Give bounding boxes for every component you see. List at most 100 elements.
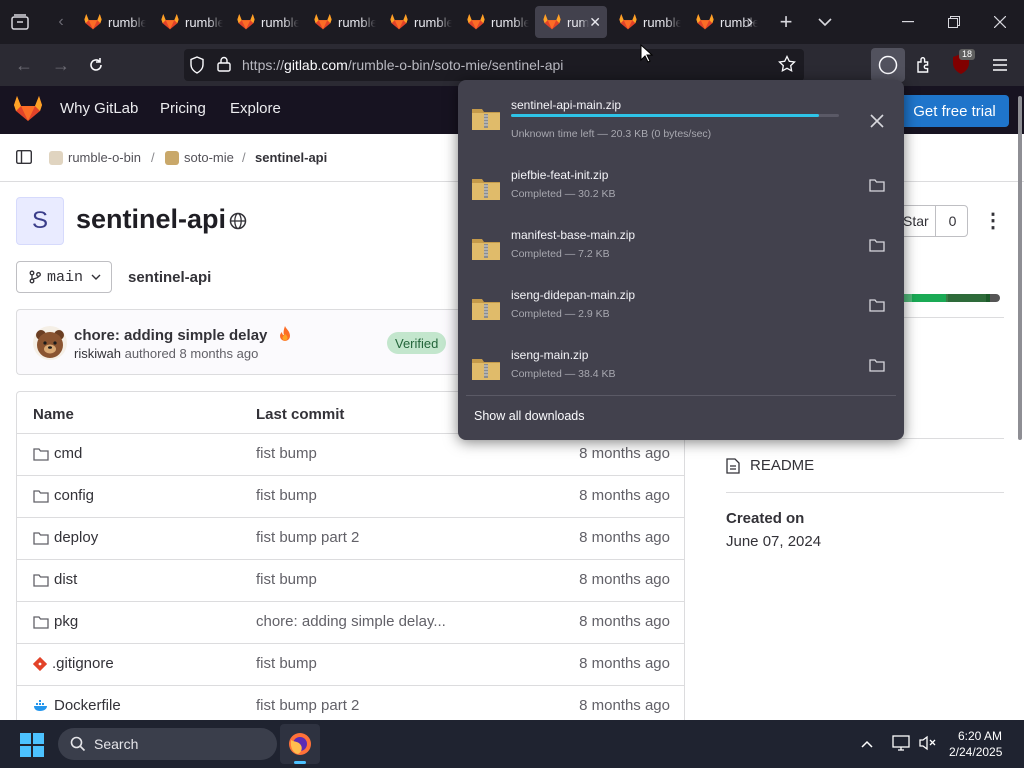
ublock-extension-button[interactable]: 18: [951, 49, 976, 77]
show-in-folder-icon[interactable]: [868, 176, 886, 194]
show-hidden-icons-icon[interactable]: [861, 735, 873, 751]
lock-icon[interactable]: [217, 56, 231, 77]
taskbar-clock-time[interactable]: 6:20 AM: [958, 729, 1002, 743]
tab-scroll-right-icon[interactable]: ›: [738, 10, 762, 34]
download-status: Unknown time left — 20.3 KB (0 bytes/sec…: [511, 128, 712, 140]
file-last-commit-link[interactable]: chore: adding simple delay...: [256, 613, 446, 630]
file-name-link[interactable]: .gitignore: [33, 655, 114, 672]
taskbar-search[interactable]: Search: [58, 728, 277, 760]
language-segment[interactable]: [948, 294, 986, 302]
file-last-commit-link[interactable]: fist bump: [256, 655, 317, 672]
file-name-link[interactable]: Dockerfile: [33, 697, 121, 714]
folder-icon: [33, 573, 49, 587]
table-row[interactable]: .gitignore fist bump 8 months ago: [17, 643, 684, 685]
repo-path-name[interactable]: sentinel-api: [128, 269, 211, 286]
cancel-download-icon[interactable]: [868, 112, 886, 130]
breadcrumb-project[interactable]: sentinel-api: [255, 150, 327, 165]
file-name-link[interactable]: pkg: [33, 613, 78, 630]
download-file-name: piefbie-feat-init.zip: [511, 168, 609, 182]
url-text[interactable]: https://gitlab.com/rumble-o-bin/soto-mie…: [242, 57, 563, 73]
gitlab-favicon-icon: [543, 14, 561, 30]
close-window-icon[interactable]: [988, 10, 1012, 34]
tab[interactable]: rumble-o-bin: [611, 6, 681, 38]
breadcrumb-group[interactable]: rumble-o-bin: [49, 150, 141, 165]
verified-badge[interactable]: Verified: [387, 332, 447, 354]
file-name-link[interactable]: config: [33, 487, 94, 504]
show-in-folder-icon[interactable]: [868, 356, 886, 374]
tab[interactable]: rumble-o-bin: [306, 6, 376, 38]
tab-active[interactable]: rumble-o-bin✕: [535, 6, 607, 38]
file-last-commit-link[interactable]: fist bump: [256, 571, 317, 588]
tab-close-icon[interactable]: ✕: [589, 14, 601, 31]
show-all-downloads-button[interactable]: Show all downloads: [474, 409, 585, 423]
file-name-link[interactable]: deploy: [33, 529, 98, 546]
tab[interactable]: rumble-o-bin: [153, 6, 223, 38]
show-in-folder-icon[interactable]: [868, 296, 886, 314]
taskbar-firefox-button[interactable]: [280, 724, 320, 764]
table-row[interactable]: deploy fist bump part 2 8 months ago: [17, 517, 684, 559]
file-name-link[interactable]: dist: [33, 571, 77, 588]
name-column-header: Name: [33, 406, 74, 423]
file-last-commit-link[interactable]: fist bump: [256, 487, 317, 504]
taskbar-clock-date[interactable]: 2/24/2025: [949, 745, 1002, 759]
author-avatar[interactable]: [33, 326, 67, 360]
language-segment[interactable]: [904, 294, 912, 302]
readme-link[interactable]: README: [726, 457, 814, 474]
nav-explore[interactable]: Explore: [230, 100, 281, 117]
downloads-button[interactable]: [871, 48, 905, 82]
file-last-commit-link[interactable]: fist bump part 2: [256, 697, 359, 714]
file-name-link[interactable]: cmd: [33, 445, 82, 462]
page-scrollbar[interactable]: [1018, 96, 1022, 440]
commit-author[interactable]: riskiwah: [74, 346, 121, 361]
app-menu-icon[interactable]: [988, 53, 1012, 77]
windows-start-icon[interactable]: [20, 733, 44, 757]
flame-icon: [279, 326, 290, 341]
download-item[interactable]: piefbie-feat-init.zip Completed — 30.2 KB: [458, 168, 904, 228]
tab[interactable]: rumble-o-bin: [229, 6, 299, 38]
table-row[interactable]: pkg chore: adding simple delay... 8 months…: [17, 601, 684, 643]
list-all-tabs-icon[interactable]: [813, 10, 837, 34]
download-item[interactable]: iseng-didepan-main.zip Completed — 2.9 KB: [458, 288, 904, 348]
tracking-protection-icon[interactable]: [189, 56, 205, 79]
star-count[interactable]: 0: [935, 206, 969, 236]
sidebar-toggle-icon[interactable]: [15, 149, 33, 167]
extensions-icon[interactable]: [912, 53, 936, 77]
table-row[interactable]: dist fist bump 8 months ago: [17, 559, 684, 601]
language-segment[interactable]: [990, 294, 1000, 302]
file-last-commit-link[interactable]: fist bump: [256, 445, 317, 462]
forward-icon[interactable]: →: [49, 53, 73, 77]
breadcrumb-subgroup[interactable]: soto-mie: [165, 150, 234, 165]
new-tab-icon[interactable]: +: [774, 9, 798, 34]
restore-icon[interactable]: [942, 10, 966, 34]
download-item[interactable]: manifest-base-main.zip Completed — 7.2 KB: [458, 228, 904, 288]
back-icon[interactable]: ←: [12, 53, 36, 77]
table-row[interactable]: config fist bump 8 months ago: [17, 475, 684, 517]
tab-overview-icon[interactable]: [8, 10, 32, 34]
volume-muted-icon[interactable]: [918, 735, 936, 751]
reload-icon[interactable]: [84, 53, 108, 77]
nav-pricing[interactable]: Pricing: [160, 100, 206, 117]
download-item[interactable]: iseng-main.zip Completed — 38.4 KB: [458, 348, 904, 408]
download-item[interactable]: sentinel-api-main.zip Unknown time left —…: [458, 98, 904, 158]
firefox-icon: [289, 733, 311, 755]
url-bar[interactable]: https://gitlab.com/rumble-o-bin/soto-mie…: [184, 49, 804, 81]
tab[interactable]: rumble-o-bin: [76, 6, 146, 38]
get-free-trial-button[interactable]: Get free trial: [900, 95, 1009, 127]
file-last-commit-link[interactable]: fist bump part 2: [256, 529, 359, 546]
tab-scroll-left-icon[interactable]: ‹: [49, 10, 73, 34]
branch-selector[interactable]: main: [16, 261, 112, 293]
more-actions-icon[interactable]: ⋮: [983, 209, 1003, 233]
commit-message[interactable]: chore: adding simple delay: [74, 325, 294, 344]
network-icon[interactable]: [892, 735, 910, 751]
tab[interactable]: rumble-o-bin: [382, 6, 452, 38]
nav-why-gitlab[interactable]: Why GitLab: [60, 100, 138, 117]
bookmark-star-icon[interactable]: [778, 54, 796, 78]
show-in-folder-icon[interactable]: [868, 236, 886, 254]
minimize-icon[interactable]: [896, 10, 920, 34]
git-file-icon: [33, 656, 47, 671]
gitlab-logo[interactable]: [14, 96, 42, 122]
download-progress-bar: [511, 114, 839, 117]
tab[interactable]: rumble-o-bin: [459, 6, 529, 38]
file-last-update: 8 months ago: [579, 445, 670, 462]
language-segment[interactable]: [912, 294, 946, 302]
